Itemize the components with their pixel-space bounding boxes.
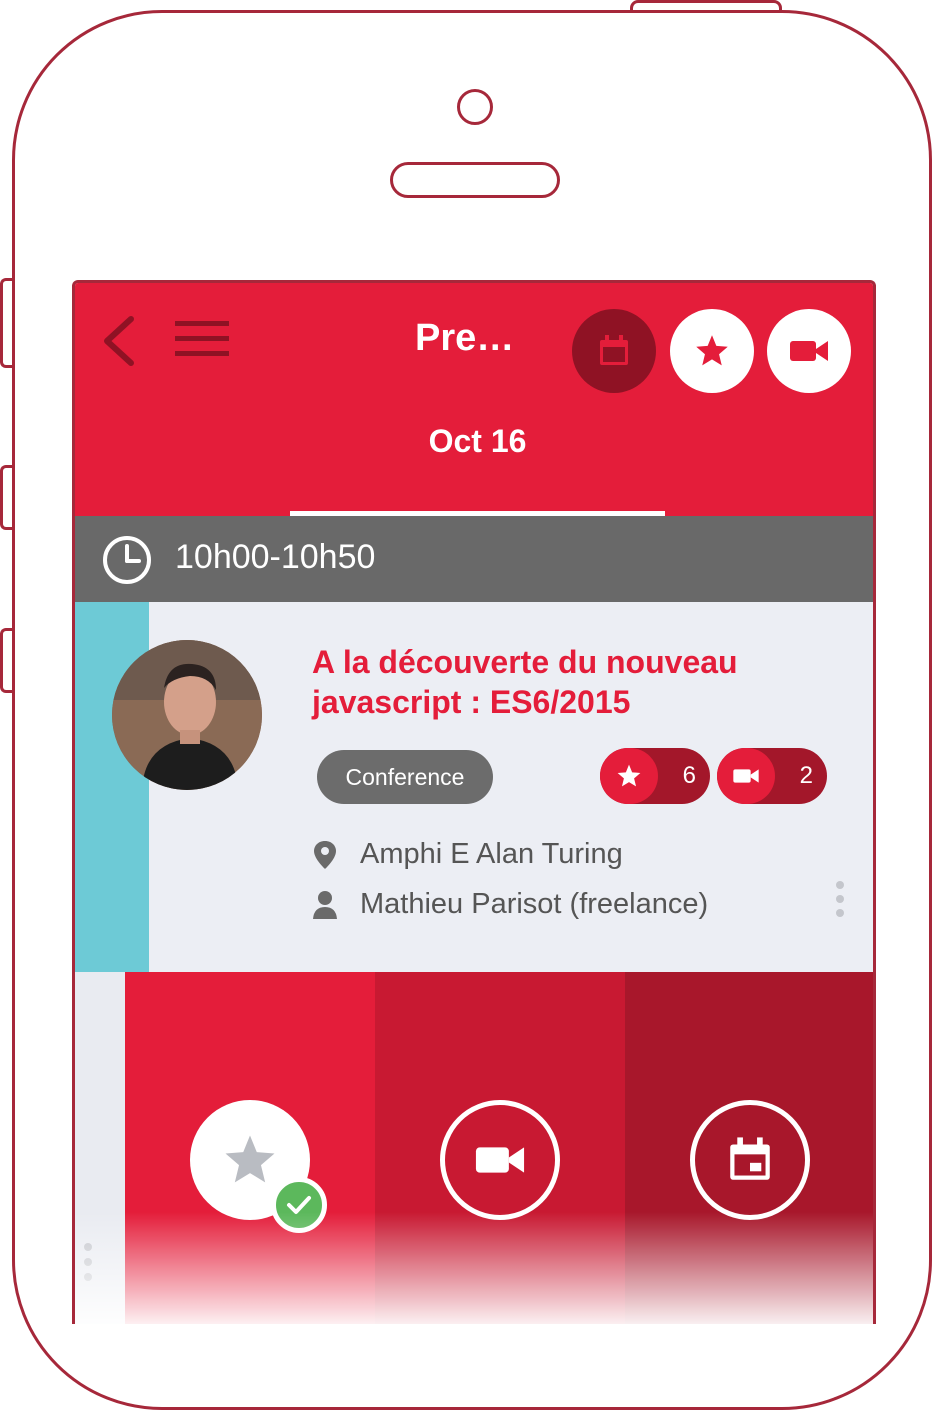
person-icon	[313, 890, 337, 919]
speaker-label: Mathieu Parisot (freelance)	[360, 888, 709, 920]
add-to-calendar-button[interactable]	[690, 1100, 810, 1220]
favorites-filter-button[interactable]	[670, 309, 754, 393]
map-pin-icon	[314, 840, 336, 869]
app-header: Pre… Oct 16	[75, 283, 873, 516]
tab-date[interactable]: Oct 16	[290, 423, 665, 460]
star-icon	[225, 1135, 275, 1183]
bottom-fade	[75, 1212, 873, 1324]
avatar	[112, 640, 262, 790]
talk-title[interactable]: A la découverte du nouveau javascript : …	[312, 642, 832, 722]
app-screen: Pre… Oct 16 10h00-10h50 A la découverte …	[72, 280, 876, 1324]
page-title: Pre…	[415, 317, 515, 359]
hamburger-menu-icon[interactable]	[175, 319, 229, 359]
video-filter-button[interactable]	[767, 309, 851, 393]
talk-actions-panel	[75, 972, 873, 1324]
video-camera-icon	[475, 1147, 525, 1173]
videos-count: 2	[799, 762, 813, 789]
more-vertical-icon[interactable]	[835, 880, 845, 918]
star-icon	[696, 335, 728, 366]
room-row: Amphi E Alan Turing	[312, 838, 623, 871]
favorites-count-badge[interactable]: 6	[600, 748, 710, 804]
speaker-row: Mathieu Parisot (freelance)	[312, 888, 708, 921]
favorites-count: 6	[682, 762, 696, 789]
clock-icon	[103, 536, 151, 584]
phone-speaker	[390, 162, 560, 198]
phone-volume-up-button	[0, 465, 12, 530]
calendar-icon	[730, 1137, 770, 1180]
videos-count-badge[interactable]: 2	[717, 748, 827, 804]
time-slot-header: 10h00-10h50	[75, 516, 873, 602]
phone-volume-down-button	[0, 628, 12, 693]
video-action-button[interactable]	[440, 1100, 560, 1220]
calendar-filter-button[interactable]	[572, 309, 656, 393]
phone-camera	[457, 89, 493, 125]
video-camera-icon	[790, 341, 828, 361]
talk-type-badge: Conference	[317, 750, 493, 804]
talk-card[interactable]: A la découverte du nouveau javascript : …	[75, 602, 873, 972]
chevron-left-icon[interactable]	[99, 315, 139, 367]
time-slot-label: 10h00-10h50	[175, 538, 376, 576]
star-icon	[617, 764, 641, 787]
video-camera-icon	[733, 769, 759, 783]
calendar-icon	[600, 335, 628, 365]
room-label: Amphi E Alan Turing	[360, 838, 623, 870]
phone-mute-switch	[0, 278, 12, 368]
